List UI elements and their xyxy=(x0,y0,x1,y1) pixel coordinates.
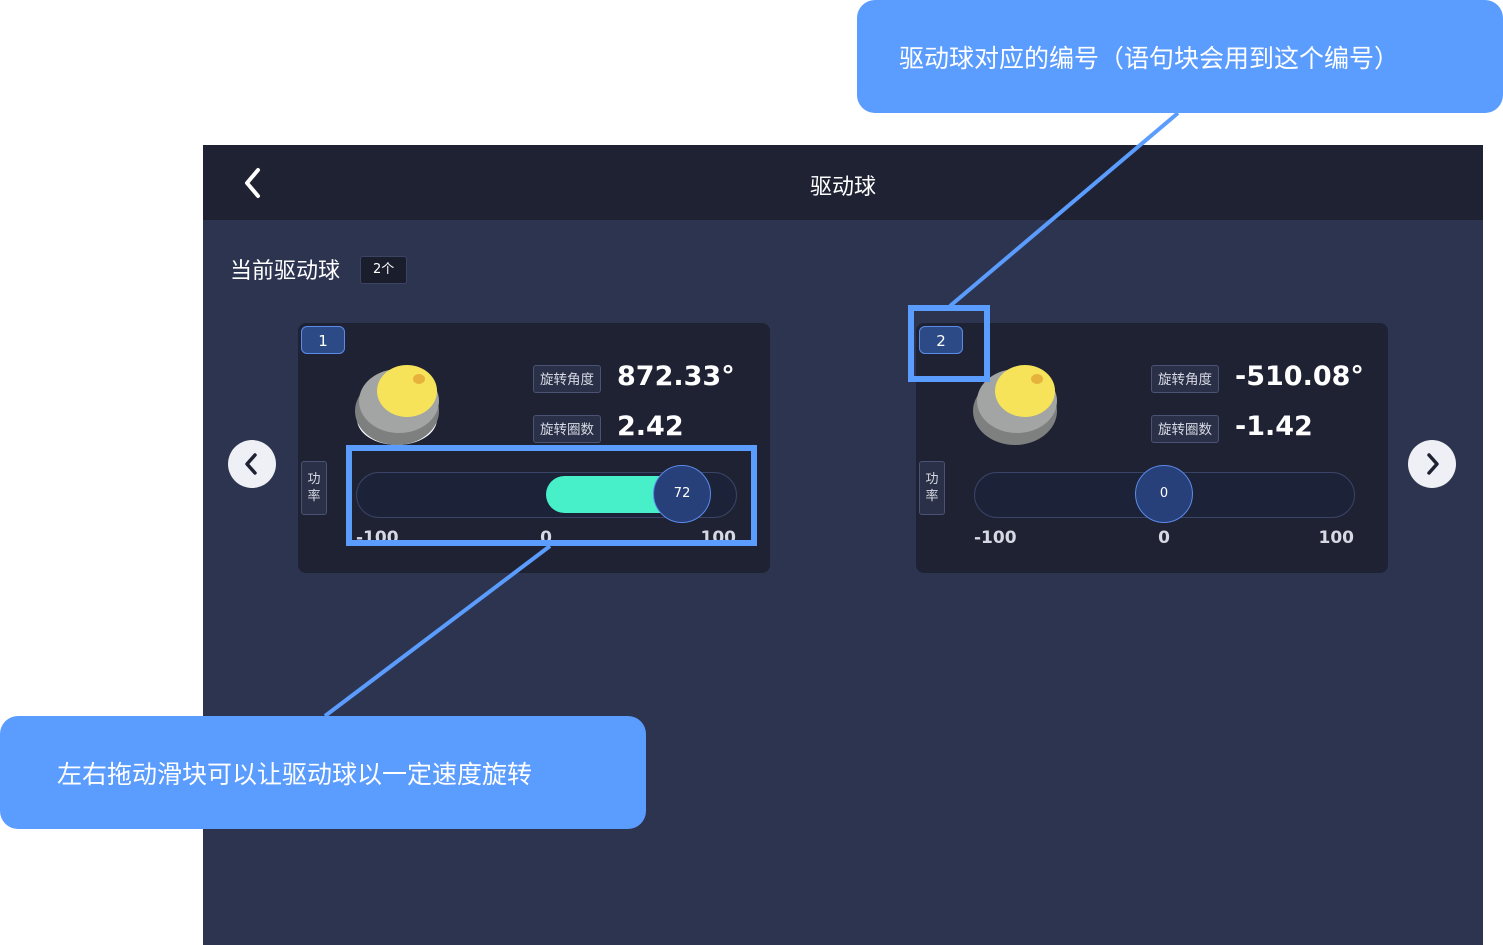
slider-mid-label: 0 xyxy=(1158,528,1170,548)
chevron-left-icon xyxy=(245,453,257,475)
page-title: 驱动球 xyxy=(809,175,876,200)
power-slider[interactable]: 0 xyxy=(974,465,1355,523)
rotation-angle-value: -510.08° xyxy=(1235,361,1364,392)
slider-max-label: 100 xyxy=(1318,528,1355,548)
power-label-char-2: 率 xyxy=(307,489,321,504)
power-label-char-1: 功 xyxy=(307,472,321,487)
slider-highlight-box xyxy=(346,445,757,546)
rotation-angle-label: 旋转角度 xyxy=(533,365,601,393)
power-label-char-2: 率 xyxy=(925,489,939,504)
slider-annotation-callout: 左右拖动滑块可以让驱动球以一定速度旋转 xyxy=(0,716,646,829)
rotation-angle-label: 旋转角度 xyxy=(1151,365,1219,393)
power-label-char-1: 功 xyxy=(925,472,939,487)
ball-count-badge: 2个 xyxy=(360,256,408,284)
rotation-turns-label: 旋转圈数 xyxy=(1151,415,1219,443)
rotation-angle-value: 872.33° xyxy=(617,361,735,392)
rotation-turns-value: -1.42 xyxy=(1235,411,1313,442)
rotation-turns-label: 旋转圈数 xyxy=(533,415,601,443)
next-page-button[interactable] xyxy=(1408,440,1456,488)
chevron-right-icon xyxy=(1427,453,1439,475)
ball-index-badge[interactable]: 1 xyxy=(301,326,345,354)
current-balls-label: 当前驱动球 xyxy=(230,259,341,284)
power-label: 功 率 xyxy=(301,461,327,515)
drive-ball-icon xyxy=(355,365,439,445)
power-slider-thumb[interactable]: 0 xyxy=(1135,465,1193,523)
power-label: 功 率 xyxy=(919,461,945,515)
index-annotation-callout: 驱动球对应的编号（语句块会用到这个编号） xyxy=(857,0,1503,113)
prev-page-button[interactable] xyxy=(228,440,276,488)
slider-min-label: -100 xyxy=(974,528,1017,548)
rotation-turns-value: 2.42 xyxy=(617,411,684,442)
top-bar: 驱动球 xyxy=(203,145,1483,220)
index-highlight-box xyxy=(908,305,990,382)
